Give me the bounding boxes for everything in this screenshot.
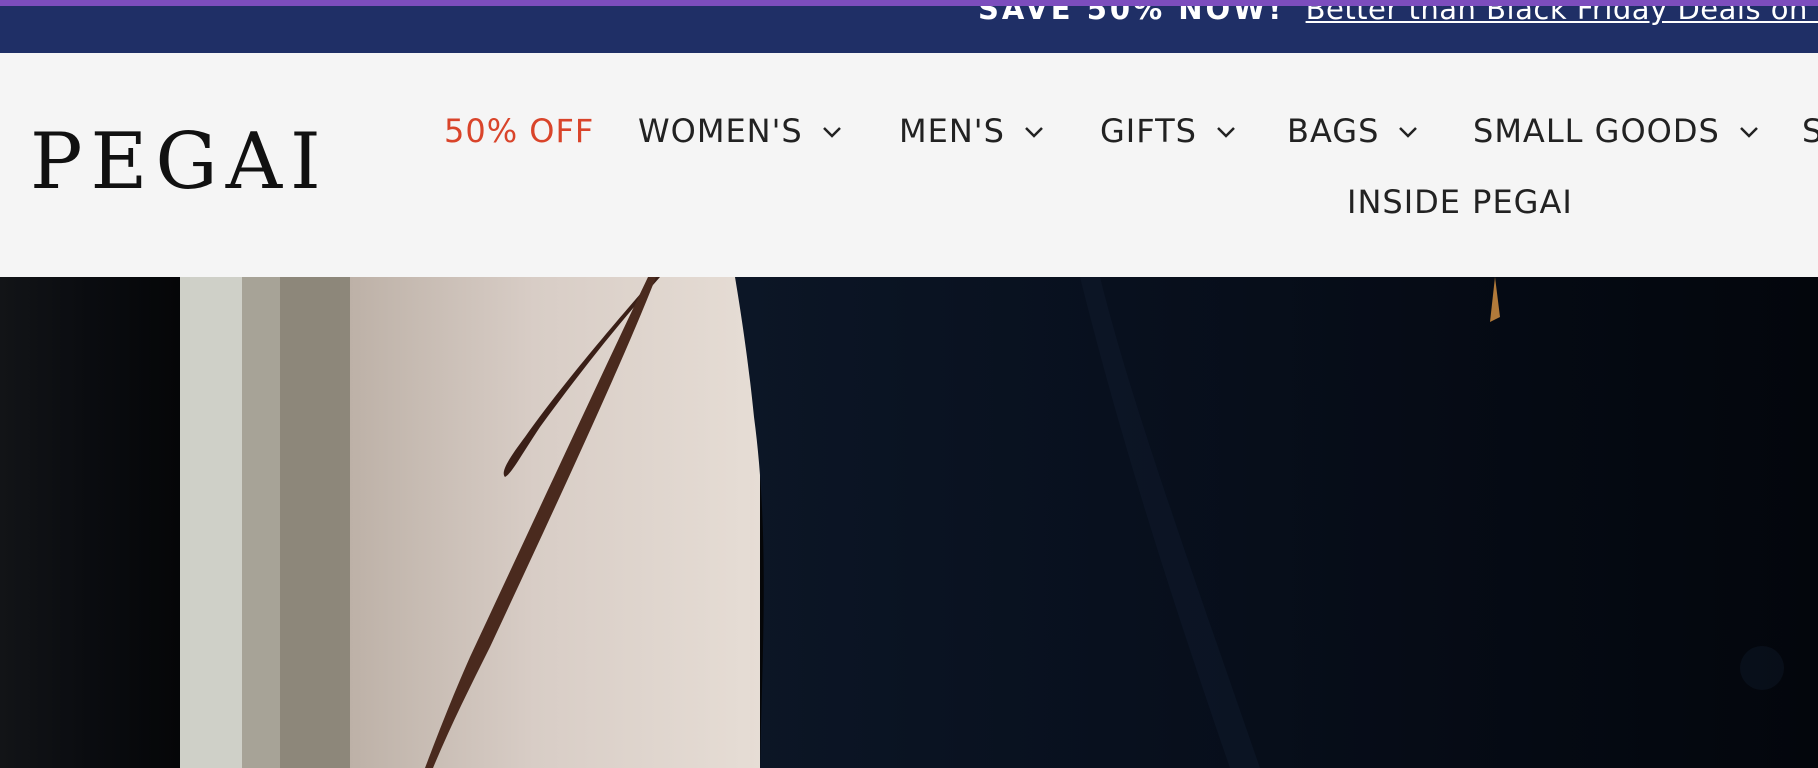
hero-photo: [0, 277, 1818, 768]
nav-item-gifts-label: GIFTS: [1100, 112, 1197, 150]
chevron-down-icon: [1399, 127, 1418, 138]
nav-item-bags[interactable]: BAGS: [1287, 111, 1419, 151]
nav-item-bags-label: BAGS: [1287, 112, 1380, 150]
nav-item-small-goods-label: SMALL GOODS: [1473, 112, 1720, 150]
nav-item-cut-off-label: S: [1802, 112, 1818, 150]
nav-item-inside-pegai[interactable]: INSIDE PEGAI: [1347, 182, 1573, 222]
nav-item-small-goods[interactable]: SMALL GOODS: [1473, 111, 1760, 151]
chevron-down-icon: [1739, 127, 1758, 138]
announcement-link[interactable]: Better than Black Friday Deals on Select…: [1306, 6, 1818, 26]
nav-item-sale-label: 50% OFF: [444, 112, 595, 150]
announcement-content: SAVE 50% NOW! Better than Black Friday D…: [978, 6, 1818, 29]
nav-item-sale[interactable]: 50% OFF: [444, 111, 594, 151]
nav-item-womens[interactable]: WOMEN'S: [638, 111, 843, 151]
nav-item-mens-label: MEN'S: [899, 112, 1005, 150]
site-header: PEGAI 50% OFF WOMEN'S MEN'S GIFTS BAGS S…: [0, 53, 1818, 277]
announcement-bar: SAVE 50% NOW! Better than Black Friday D…: [0, 6, 1818, 53]
chevron-down-icon: [822, 127, 841, 138]
chevron-down-icon: [1217, 127, 1235, 138]
chevron-down-icon: [1024, 127, 1043, 138]
nav-item-cut-off[interactable]: S: [1802, 111, 1818, 151]
nav-item-gifts[interactable]: GIFTS: [1100, 111, 1237, 151]
brand-logo[interactable]: PEGAI: [30, 123, 329, 201]
announcement-headline: SAVE 50% NOW!: [978, 6, 1285, 26]
nav-item-inside-pegai-label: INSIDE PEGAI: [1347, 183, 1573, 221]
nav-item-mens[interactable]: MEN'S: [899, 111, 1045, 151]
nav-item-womens-label: WOMEN'S: [638, 112, 803, 150]
hero-image: [0, 277, 1818, 768]
